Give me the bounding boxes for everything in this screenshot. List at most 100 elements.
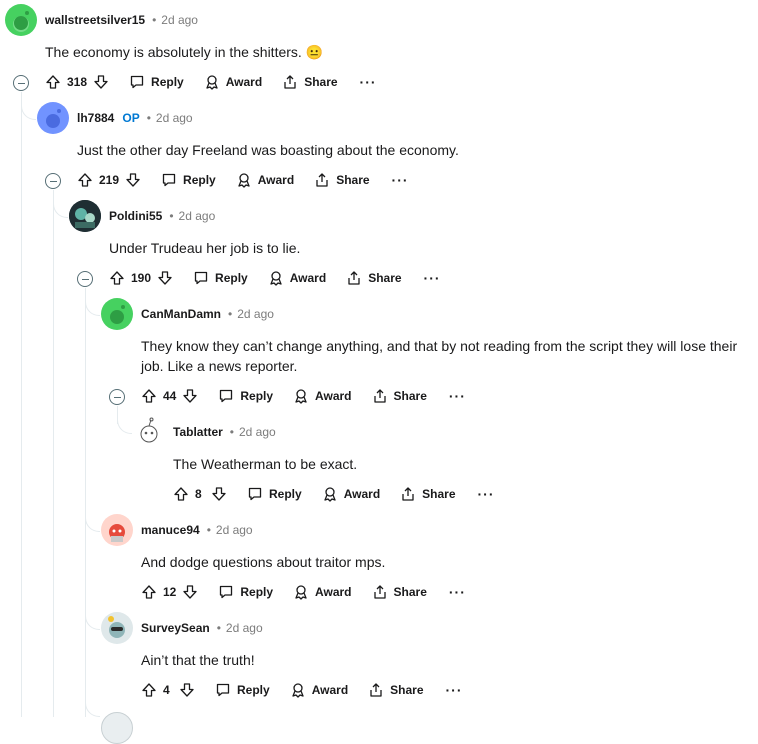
upvote-icon[interactable]: [77, 166, 93, 194]
downvote-icon[interactable]: [157, 264, 173, 292]
avatar[interactable]: [101, 612, 133, 644]
username[interactable]: Poldini55: [109, 209, 162, 223]
share-button[interactable]: Share: [372, 388, 427, 404]
timestamp[interactable]: 2d ago: [156, 111, 193, 125]
reply-button[interactable]: Reply: [215, 682, 270, 698]
avatar[interactable]: [69, 200, 101, 232]
award-button[interactable]: Award: [204, 74, 262, 90]
comment-meta: manuce94 • 2d ago: [141, 521, 253, 539]
downvote-icon[interactable]: [182, 382, 198, 410]
vote-score: 318: [67, 75, 88, 89]
timestamp[interactable]: 2d ago: [179, 209, 216, 223]
downvote-icon[interactable]: [93, 68, 109, 96]
collapse-icon[interactable]: [109, 389, 125, 405]
share-icon: [284, 75, 296, 89]
reply-button[interactable]: Reply: [161, 172, 216, 188]
reply-button[interactable]: Reply: [129, 74, 184, 90]
reply-button[interactable]: Reply: [218, 584, 273, 600]
share-button[interactable]: Share: [368, 682, 424, 698]
avatar[interactable]: [37, 102, 69, 134]
thread-connector: [117, 419, 132, 434]
upvote-icon[interactable]: [141, 382, 157, 410]
more-options-button[interactable]: ···: [392, 172, 409, 188]
timestamp[interactable]: 2d ago: [216, 523, 253, 537]
share-button[interactable]: Share: [282, 74, 338, 90]
timestamp[interactable]: 2d ago: [239, 425, 276, 439]
comment-body: Just the other day Freeland was boasting…: [77, 142, 459, 158]
more-options-button[interactable]: ···: [449, 388, 466, 404]
comment-actions: 190 Reply Award Share ···: [109, 264, 441, 292]
vote-score: 12: [163, 585, 177, 599]
comment-body: And dodge questions about traitor mps.: [141, 554, 386, 570]
more-options-button[interactable]: ···: [424, 270, 441, 286]
timestamp[interactable]: 2d ago: [226, 621, 263, 635]
username[interactable]: SurveySean: [141, 621, 210, 635]
more-options-button[interactable]: ···: [360, 74, 377, 90]
thread-connector: [53, 203, 68, 218]
downvote-icon[interactable]: [125, 166, 141, 194]
downvote-icon[interactable]: [182, 578, 198, 606]
collapse-icon[interactable]: [13, 75, 29, 91]
separator: •: [206, 523, 211, 537]
thread-connector: [21, 105, 36, 120]
vote-score: 4: [163, 683, 170, 697]
share-icon: [373, 585, 386, 599]
avatar[interactable]: [133, 416, 165, 448]
thread-connector: [85, 517, 100, 532]
award-icon: [324, 487, 336, 502]
more-options-button[interactable]: ···: [478, 486, 495, 502]
award-button[interactable]: Award: [293, 584, 352, 600]
share-button[interactable]: Share: [372, 584, 427, 600]
username[interactable]: wallstreetsilver15: [45, 13, 145, 27]
more-options-button[interactable]: ···: [446, 682, 463, 698]
upvote-icon[interactable]: [141, 578, 157, 606]
username[interactable]: CanManDamn: [141, 307, 221, 321]
more-options-button[interactable]: ···: [449, 584, 466, 600]
thread-connector: [85, 301, 100, 316]
award-button[interactable]: Award: [290, 682, 348, 698]
upvote-icon[interactable]: [45, 68, 61, 96]
comment-body: The Weatherman to be exact.: [173, 456, 358, 472]
award-button[interactable]: Award: [293, 388, 352, 404]
reply-button[interactable]: Reply: [193, 270, 248, 286]
avatar[interactable]: [101, 514, 133, 546]
upvote-icon[interactable]: [109, 264, 125, 292]
reply-button[interactable]: Reply: [218, 388, 273, 404]
share-icon: [402, 487, 414, 501]
vote-score: 190: [131, 271, 152, 285]
avatar[interactable]: [5, 4, 37, 36]
reply-icon: [162, 173, 176, 187]
share-button[interactable]: Share: [400, 486, 456, 502]
downvote-icon[interactable]: [211, 480, 227, 508]
comment-meta: wallstreetsilver15 • 2d ago: [45, 11, 198, 29]
timestamp[interactable]: 2d ago: [161, 13, 198, 27]
collapse-icon[interactable]: [45, 173, 61, 189]
share-button[interactable]: Share: [314, 172, 370, 188]
collapse-icon[interactable]: [77, 271, 93, 287]
username[interactable]: Tablatter: [173, 425, 223, 439]
comment-meta: CanManDamn • 2d ago: [141, 305, 274, 323]
award-icon: [295, 585, 307, 600]
share-button[interactable]: Share: [346, 270, 402, 286]
username[interactable]: manuce94: [141, 523, 200, 537]
avatar[interactable]: [101, 298, 133, 330]
award-button[interactable]: Award: [236, 172, 294, 188]
award-button[interactable]: Award: [322, 486, 380, 502]
comment-actions: 219 Reply Award Share ···: [77, 166, 409, 194]
downvote-icon[interactable]: [179, 676, 195, 704]
separator: •: [229, 425, 234, 439]
comment-meta: Poldini55 • 2d ago: [109, 207, 215, 225]
reply-button[interactable]: Reply: [247, 486, 302, 502]
award-button[interactable]: Award: [268, 270, 326, 286]
comment-meta: Tablatter • 2d ago: [173, 423, 276, 441]
share-icon: [373, 389, 386, 403]
upvote-icon[interactable]: [141, 676, 157, 704]
vote-score: 44: [163, 389, 177, 403]
share-icon: [370, 683, 382, 697]
comment-actions: 318 Reply Award Share ···: [45, 68, 377, 96]
username[interactable]: lh7884: [77, 111, 114, 125]
timestamp[interactable]: 2d ago: [237, 307, 274, 321]
upvote-icon[interactable]: [173, 480, 189, 508]
reply-icon: [216, 683, 230, 697]
separator: •: [152, 13, 157, 27]
